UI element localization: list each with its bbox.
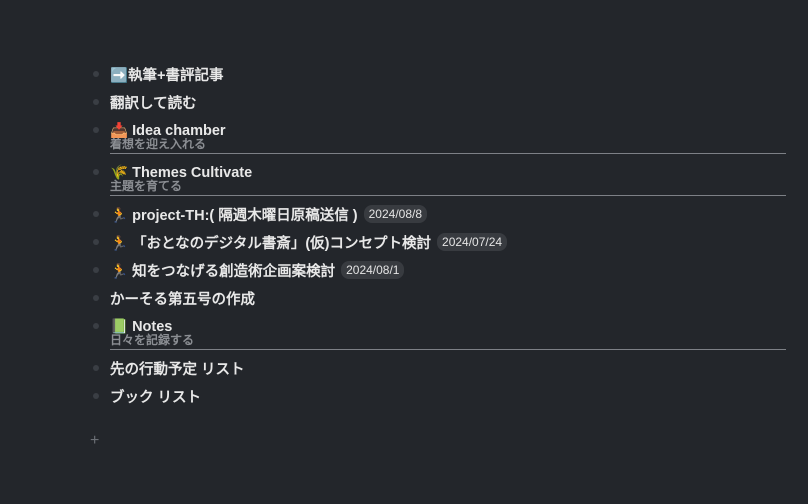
item-label[interactable]: 先の行動予定 リスト <box>110 358 245 379</box>
list-item[interactable]: ➡️執筆+書評記事 <box>90 60 790 88</box>
date-badge[interactable]: 2024/08/8 <box>363 205 428 223</box>
list-item[interactable]: 🌾 Themes Cultivate <box>90 158 790 186</box>
bullet[interactable] <box>93 239 99 245</box>
outline-list: ➡️執筆+書評記事 翻訳して読む 📥 Idea chamber 着想を迎え入れる… <box>90 60 790 410</box>
list-item[interactable]: 先の行動予定 リスト <box>90 354 790 382</box>
date-badge[interactable]: 2024/08/1 <box>341 261 405 279</box>
item-label[interactable]: 🌾 Themes Cultivate <box>110 164 252 181</box>
list-item[interactable]: 🏃 「おとなのデジタル書斎」(仮)コンセプト検討 2024/07/24 <box>90 228 790 256</box>
item-label[interactable]: ブック リスト <box>110 386 201 407</box>
item-label[interactable]: 🏃 知をつなげる創造術企画案検討 <box>110 260 335 281</box>
bullet[interactable] <box>93 323 99 329</box>
list-item[interactable]: 翻訳して読む <box>90 88 790 116</box>
bullet[interactable] <box>93 295 99 301</box>
list-item[interactable]: 📥 Idea chamber <box>90 116 790 144</box>
item-label[interactable]: 🏃 project-TH:( 隔週木曜日原稿送信 ) <box>110 204 358 225</box>
item-label[interactable]: 📥 Idea chamber <box>110 122 226 139</box>
item-label[interactable]: 翻訳して読む <box>110 92 197 113</box>
list-item[interactable]: ブック リスト <box>90 382 790 410</box>
bullet[interactable] <box>93 365 99 371</box>
bullet[interactable] <box>93 211 99 217</box>
bullet[interactable] <box>93 99 99 105</box>
list-item[interactable]: 🏃 project-TH:( 隔週木曜日原稿送信 ) 2024/08/8 <box>90 200 790 228</box>
list-item[interactable]: 🏃 知をつなげる創造術企画案検討 2024/08/1 <box>90 256 790 284</box>
item-label[interactable]: 📗 Notes <box>110 318 172 335</box>
bullet[interactable] <box>93 127 99 133</box>
date-badge[interactable]: 2024/07/24 <box>437 233 508 251</box>
item-label[interactable]: ➡️執筆+書評記事 <box>110 64 224 85</box>
item-label[interactable]: 🏃 「おとなのデジタル書斎」(仮)コンセプト検討 <box>110 232 431 253</box>
list-item[interactable]: かーそる第五号の作成 <box>90 284 790 312</box>
bullet[interactable] <box>93 393 99 399</box>
bullet[interactable] <box>93 267 99 273</box>
list-item[interactable]: 📗 Notes <box>90 312 790 340</box>
item-label[interactable]: かーそる第五号の作成 <box>110 288 255 309</box>
bullet[interactable] <box>93 71 99 77</box>
add-item-button[interactable]: + <box>90 432 99 450</box>
bullet[interactable] <box>93 169 99 175</box>
